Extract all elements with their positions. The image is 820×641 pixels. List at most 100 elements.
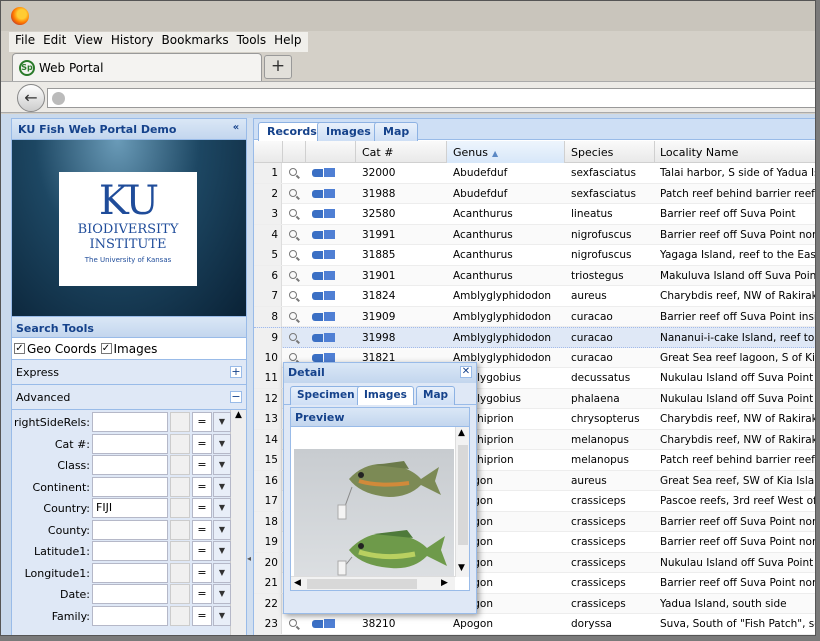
globe-map-icon[interactable] (312, 230, 323, 239)
chevron-down-icon[interactable]: ▼ (213, 562, 231, 583)
chevron-down-icon[interactable]: ▼ (213, 433, 231, 454)
globe-map-icon[interactable] (312, 271, 323, 280)
image-icon[interactable] (324, 311, 335, 321)
detail-header[interactable]: Detail ✕ (284, 363, 476, 383)
magnifier-icon[interactable] (289, 291, 297, 299)
firefox-logo-icon[interactable] (11, 7, 29, 25)
table-row[interactable]: 5 31885 Acanthurus nigrofuscus Yagaga Island… (254, 245, 815, 266)
map-cell[interactable] (306, 307, 338, 327)
images-option[interactable]: ✓ Images (100, 342, 157, 356)
table-row[interactable]: 2 31988 Abudefduf sexfasciatus Patch reef be… (254, 183, 815, 204)
image-icon[interactable] (324, 209, 335, 218)
geo-coords-option[interactable]: ✓ Geo Coords (14, 342, 97, 356)
globe-map-icon[interactable] (312, 334, 323, 342)
magnifier-icon[interactable] (289, 229, 297, 238)
menu-bookmarks[interactable]: Bookmarks (158, 32, 233, 52)
magnifier-icon[interactable] (289, 250, 297, 258)
operator-select[interactable]: = (192, 605, 212, 626)
table-row[interactable]: 4 31991 Acanthurus nigrofuscus Barrier reef … (254, 224, 815, 245)
col-genus[interactable]: Genus ▲ (447, 141, 565, 163)
table-row[interactable]: 6 31901 Acanthurus triostegus Makuluva Islan… (254, 265, 815, 286)
chevron-down-icon[interactable]: ▼ (213, 519, 231, 540)
map-cell[interactable] (306, 184, 338, 204)
preview-vscrollbar[interactable]: ▲ ▼ (455, 427, 469, 577)
map-cell[interactable] (306, 163, 338, 183)
image-icon[interactable] (324, 270, 335, 280)
detail-cell[interactable] (283, 286, 303, 306)
table-row[interactable]: 3 32580 Acanthurus lineatus Barrier reef off… (254, 204, 815, 225)
operator-select[interactable]: = (192, 455, 212, 475)
map-cell[interactable] (306, 204, 338, 224)
tab-records[interactable]: Records (258, 122, 326, 141)
search-field-input[interactable] (92, 433, 168, 454)
search-field-extra[interactable] (170, 476, 190, 497)
back-button[interactable]: ← (17, 84, 45, 112)
detail-cell[interactable] (283, 204, 303, 224)
expand-icon[interactable]: + (230, 366, 242, 378)
menu-edit[interactable]: Edit (39, 32, 70, 52)
detail-cell[interactable] (283, 328, 303, 348)
globe-map-icon[interactable] (312, 353, 323, 362)
search-field-extra[interactable] (170, 519, 190, 540)
search-field-extra[interactable] (170, 455, 190, 475)
image-icon[interactable] (324, 352, 335, 362)
operator-select[interactable]: = (192, 433, 212, 454)
menu-history[interactable]: History (107, 32, 158, 52)
magnifier-icon[interactable] (289, 188, 297, 197)
operator-select[interactable]: = (192, 541, 212, 561)
map-cell[interactable] (306, 286, 338, 306)
search-field-input[interactable] (92, 541, 168, 561)
image-icon[interactable] (324, 250, 335, 259)
magnifier-icon[interactable] (289, 168, 297, 176)
search-field-extra[interactable] (170, 498, 190, 518)
operator-select[interactable]: = (192, 562, 212, 583)
globe-map-icon[interactable] (312, 620, 323, 628)
map-cell[interactable] (306, 266, 338, 286)
chevron-down-icon[interactable]: ▼ (213, 584, 231, 604)
detail-tab-images[interactable]: Images (357, 386, 414, 405)
detail-cell[interactable] (283, 614, 303, 634)
new-tab-button[interactable]: + (264, 55, 292, 79)
detail-cell[interactable] (283, 225, 303, 245)
search-field-extra[interactable] (170, 412, 190, 432)
search-field-extra[interactable] (170, 433, 190, 454)
image-icon[interactable] (324, 168, 335, 177)
browser-tab[interactable]: Sp Web Portal (12, 53, 262, 81)
chevron-down-icon[interactable]: ▼ (213, 498, 231, 518)
map-cell[interactable] (306, 614, 338, 634)
search-field-extra[interactable] (170, 541, 190, 561)
preview-hscroll-thumb[interactable] (307, 579, 417, 589)
scroll-up-icon[interactable]: ▲ (458, 428, 465, 438)
search-field-input[interactable] (92, 562, 168, 583)
magnifier-icon[interactable] (289, 352, 297, 361)
map-cell[interactable] (306, 225, 338, 245)
search-field-input[interactable] (92, 476, 168, 497)
magnifier-icon[interactable] (289, 619, 297, 627)
menu-view[interactable]: View (70, 32, 106, 52)
globe-map-icon[interactable] (312, 169, 323, 177)
magnifier-icon[interactable] (289, 333, 297, 341)
search-field-extra[interactable] (170, 584, 190, 604)
detail-cell[interactable] (283, 245, 303, 265)
col-cat[interactable]: Cat # (356, 141, 447, 163)
table-row[interactable]: 7 31824 Amblyglyphidodon aureus Charybdis re… (254, 286, 815, 307)
image-icon[interactable] (324, 188, 335, 198)
operator-select[interactable]: = (192, 584, 212, 604)
detail-tab-map[interactable]: Map (416, 386, 456, 405)
globe-map-icon[interactable] (312, 292, 323, 300)
map-cell[interactable] (306, 245, 338, 265)
chevron-down-icon[interactable]: ▼ (213, 476, 231, 497)
col-species[interactable]: Species (565, 141, 655, 163)
search-field-input[interactable]: FIJI (92, 498, 168, 518)
detail-cell[interactable] (283, 184, 303, 204)
tab-images[interactable]: Images (317, 122, 380, 141)
image-icon[interactable] (324, 619, 335, 628)
express-section[interactable]: Express + (12, 360, 246, 385)
scroll-right-icon[interactable]: ▶ (441, 578, 448, 588)
search-field-extra[interactable] (170, 562, 190, 583)
chevron-down-icon[interactable]: ▼ (213, 412, 231, 432)
preview-vscroll-thumb[interactable] (458, 445, 468, 545)
menu-file[interactable]: File (11, 32, 39, 52)
image-icon[interactable] (324, 333, 335, 342)
detail-cell[interactable] (283, 307, 303, 327)
